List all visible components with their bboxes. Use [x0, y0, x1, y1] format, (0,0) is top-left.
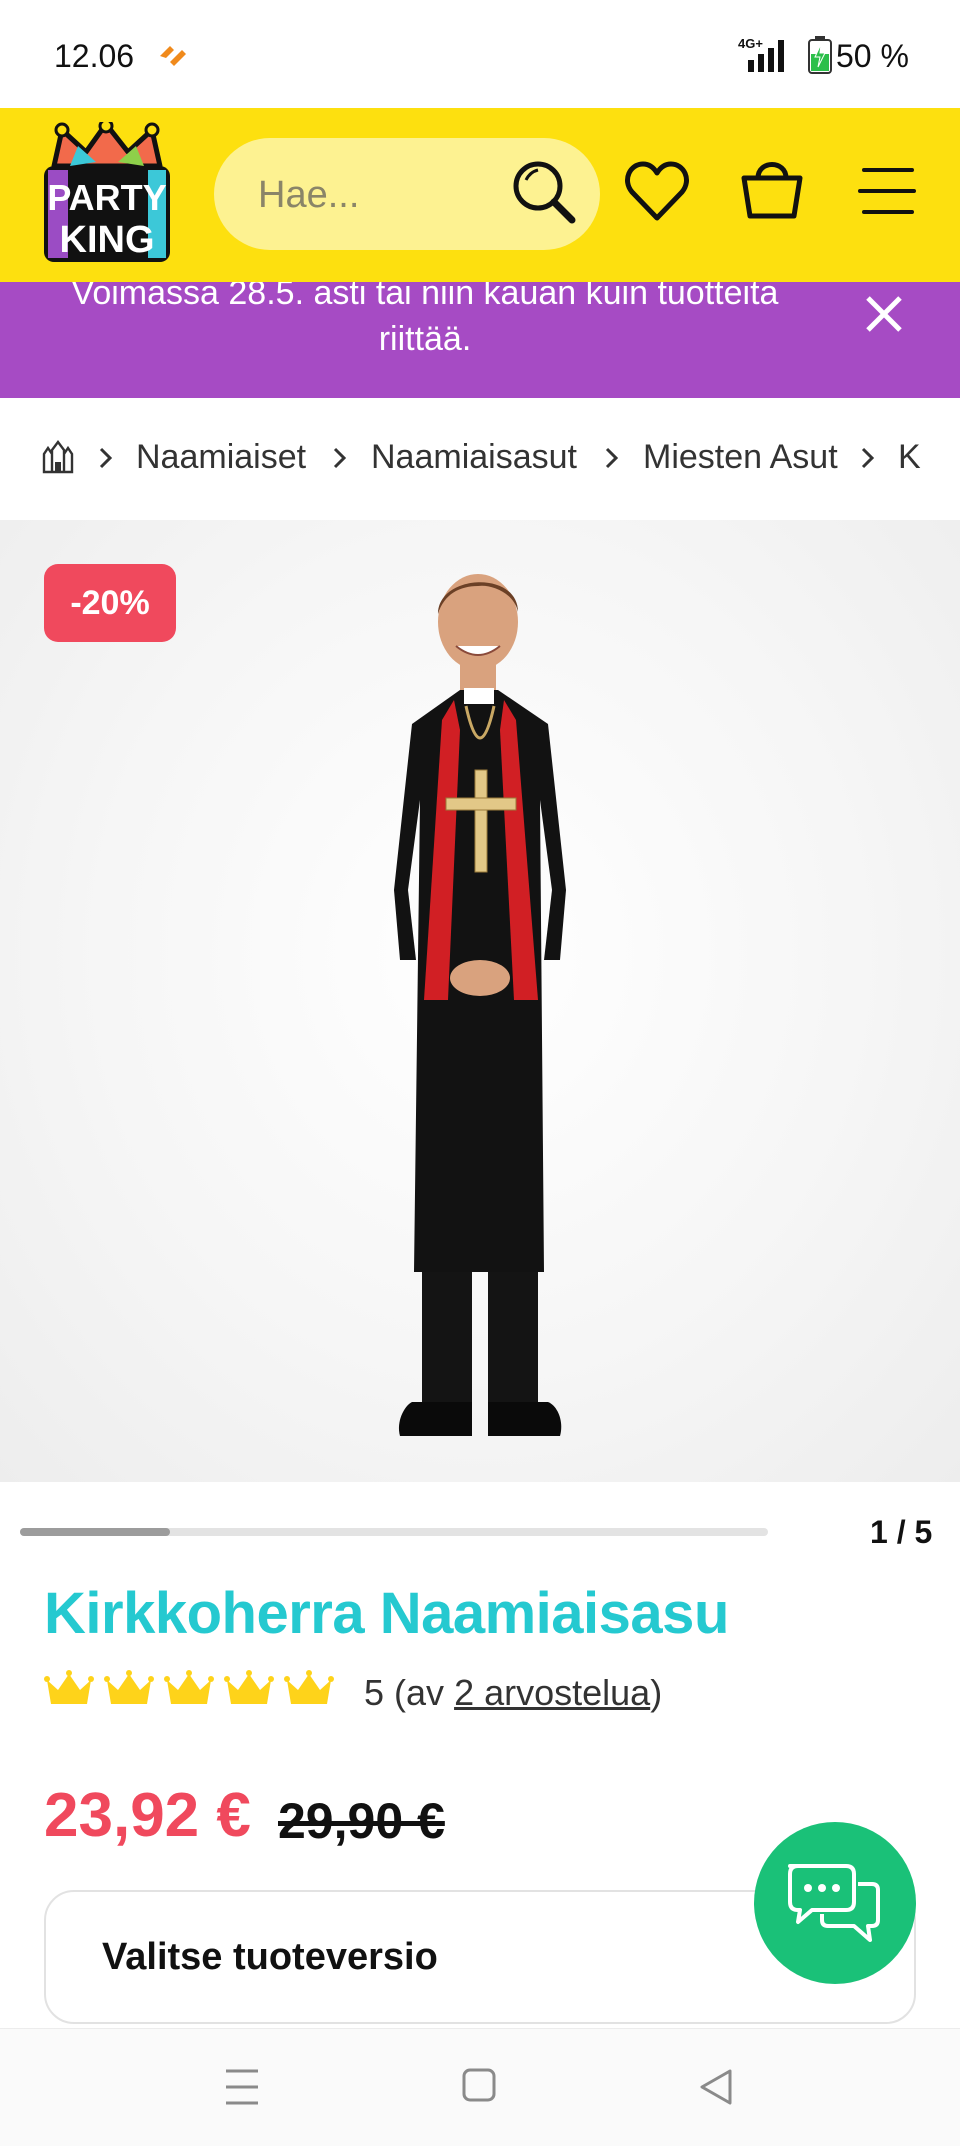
chevron-right-icon — [604, 446, 620, 475]
home-icon[interactable] — [462, 2067, 496, 2108]
current-price: 23,92 € — [44, 1781, 251, 1850]
battery-icon — [808, 36, 832, 79]
promo-text-line2: riittää. — [378, 320, 472, 358]
recent-apps-icon[interactable] — [224, 2067, 260, 2112]
original-price: 29,90 € — [278, 1793, 445, 1849]
site-header: PARTY KING Hae... — [0, 108, 960, 282]
logo-text-bottom: KING — [60, 219, 155, 261]
chat-button[interactable] — [754, 1822, 916, 1984]
chevron-right-icon — [98, 446, 114, 475]
battery-percent: 50 % — [836, 38, 909, 74]
search-bar[interactable]: Hae... — [214, 138, 600, 250]
network-label: 4G+ — [738, 36, 763, 51]
menu-icon[interactable] — [858, 166, 916, 221]
product-image-gallery[interactable]: -20% — [0, 520, 960, 1482]
reviews-link[interactable]: 2 arvostelua — [454, 1672, 650, 1713]
chat-icon — [788, 1864, 880, 1942]
search-icon[interactable] — [510, 158, 580, 233]
breadcrumb: Naamiaiset Naamiaisasut Miesten Asut K — [0, 398, 960, 520]
promo-banner: Voimassa 28.5. asti tai niin kauan kuin … — [0, 282, 960, 398]
status-bar: 12.06 4G+ 50 % — [0, 0, 960, 108]
breadcrumb-item[interactable]: Miesten Asut — [643, 438, 838, 477]
gallery-counter: 1 / 5 — [870, 1514, 933, 1550]
rating-suffix: ) — [650, 1672, 663, 1713]
clock: 12.06 — [54, 38, 135, 74]
heart-icon[interactable] — [624, 160, 690, 227]
product-title: Kirkkoherra Naamiaisasu — [44, 1581, 729, 1646]
rating-value: 5 — [364, 1672, 385, 1713]
crown-star-icon — [44, 1670, 94, 1711]
close-icon[interactable] — [862, 292, 906, 341]
crown-star-icon — [224, 1670, 274, 1711]
crown-star-icon — [164, 1670, 214, 1711]
breadcrumb-item[interactable]: Naamiaiset — [136, 438, 306, 477]
product-image[interactable] — [330, 560, 630, 1465]
basket-icon[interactable] — [740, 154, 804, 227]
crown-star-icon — [284, 1670, 334, 1711]
party-king-logo[interactable]: PARTY KING — [40, 118, 174, 266]
home-castle-icon[interactable] — [42, 440, 74, 479]
discount-badge: -20% — [44, 564, 176, 642]
search-input[interactable]: Hae... — [258, 174, 359, 217]
chevron-right-icon — [332, 446, 348, 475]
signal-icon: 4G+ — [734, 36, 798, 81]
back-icon[interactable] — [698, 2067, 734, 2112]
promo-text-line1: Voimassa 28.5. asti tai niin kauan kuin … — [71, 282, 779, 312]
chevron-right-icon — [860, 446, 876, 475]
crown-star-icon — [104, 1670, 154, 1711]
gallery-progress-bar[interactable] — [20, 1528, 768, 1536]
rating-prefix: (av — [394, 1672, 455, 1713]
rating-summary: 5 (av 2 arvostelua) — [364, 1672, 662, 1714]
variant-selector-label: Valitse tuoteversio — [102, 1936, 438, 1978]
breadcrumb-item[interactable]: Naamiaisasut — [371, 438, 577, 477]
gallery-progress-fill — [20, 1528, 170, 1536]
breadcrumb-item[interactable]: K — [898, 438, 921, 477]
logo-text-top: PARTY — [47, 177, 166, 218]
system-nav-bar — [0, 2028, 960, 2146]
notification-icon — [156, 40, 190, 75]
